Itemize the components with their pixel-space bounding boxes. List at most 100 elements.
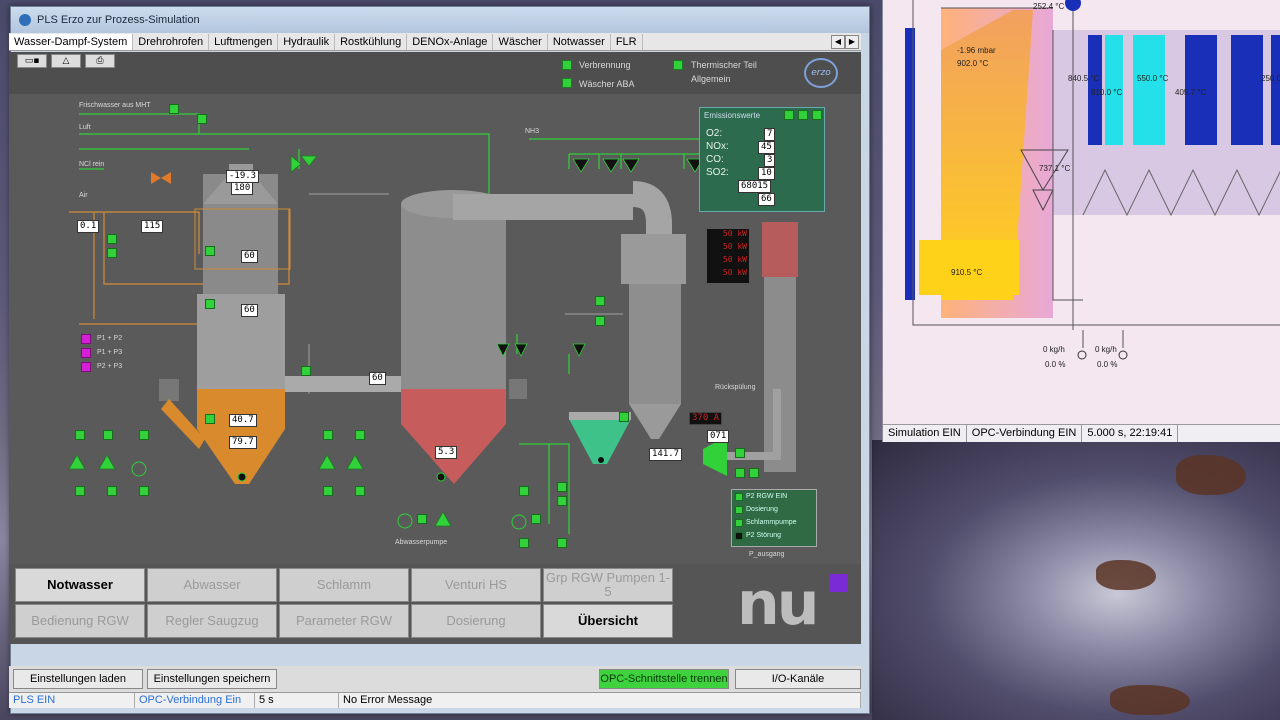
status-sim-time: 5.000 s, 22:19:41	[1082, 425, 1179, 442]
fan-power-3: 50 kW	[722, 255, 747, 264]
emission-label-co: CO:	[706, 154, 724, 165]
grp-rgw-pumpen-button[interactable]: Grp RGW Pumpen 1-5	[543, 568, 673, 602]
legend-indicator	[735, 532, 743, 540]
parameter-rgw-button[interactable]: Parameter RGW	[279, 604, 409, 638]
status-square[interactable]	[107, 234, 117, 244]
desktop-wallpaper-rock	[1096, 560, 1156, 590]
tab-hydraulik[interactable]: Hydraulik	[278, 33, 336, 50]
status-square[interactable]	[75, 486, 85, 496]
label-temp-8: 910.5 °C	[951, 268, 983, 277]
emission-value-nox: 45	[758, 141, 775, 154]
status-square[interactable]	[557, 482, 567, 492]
emissions-indicator[interactable]	[784, 110, 794, 120]
opc-disconnect-button[interactable]: OPC-Schnittstelle trennen	[599, 669, 729, 689]
status-square[interactable]	[323, 486, 333, 496]
value-level-40: 40.7	[229, 414, 257, 427]
status-square[interactable]	[103, 430, 113, 440]
status-square[interactable]	[557, 538, 567, 548]
status-square[interactable]	[595, 296, 605, 306]
fan-power-2: 50 kW	[722, 242, 747, 251]
status-square[interactable]	[519, 538, 529, 548]
load-settings-button[interactable]: Einstellungen laden	[13, 669, 143, 689]
tab-scroll-left-icon[interactable]: ◀	[831, 34, 845, 49]
status-square[interactable]	[107, 248, 117, 258]
tab-wasser-dampf-system[interactable]: Wasser-Dampf-System	[9, 33, 134, 50]
control-button-panel: Notwasser Abwasser Schlamm Venturi HS Gr…	[9, 564, 861, 644]
status-error: No Error Message	[339, 693, 861, 708]
legend-item-1: P2 RGW EIN	[746, 493, 788, 500]
status-square[interactable]	[619, 412, 629, 422]
status-opc: OPC-Verbindung Ein	[135, 693, 255, 708]
status-square[interactable]	[355, 430, 365, 440]
tab-luftmengen[interactable]: Luftmengen	[209, 33, 279, 50]
emissions-title: Emissionswerte	[704, 111, 761, 120]
status-square[interactable]	[169, 104, 179, 114]
status-square[interactable]	[595, 316, 605, 326]
status-square[interactable]	[749, 468, 759, 478]
tab-scroll: ◀ ▶	[831, 34, 861, 49]
brand-logo-square	[829, 574, 847, 592]
bedienung-rgw-button[interactable]: Bedienung RGW	[15, 604, 145, 638]
status-pls: PLS EIN	[9, 693, 135, 708]
label-temp-7: 737.1 °C	[1039, 164, 1071, 173]
status-square[interactable]	[323, 430, 333, 440]
status-square[interactable]	[735, 468, 745, 478]
status-square[interactable]	[557, 496, 567, 506]
legend-indicator	[735, 519, 743, 527]
status-square[interactable]	[531, 514, 541, 524]
tab-drehrohrofen[interactable]: Drehrohrofen	[133, 33, 210, 50]
abwasser-button[interactable]: Abwasser	[147, 568, 277, 602]
status-square[interactable]	[355, 486, 365, 496]
print-icon-button[interactable]: ⎙	[85, 54, 115, 68]
tab-rostkuehlung[interactable]: Rostkühlung	[335, 33, 408, 50]
status-square[interactable]	[519, 486, 529, 496]
pump-indicator-p1	[81, 334, 91, 344]
regler-saugzug-button[interactable]: Regler Saugzug	[147, 604, 277, 638]
dosierung-button[interactable]: Dosierung	[411, 604, 541, 638]
emissions-indicator[interactable]	[798, 110, 808, 120]
fan-power-1: 50 kW	[722, 229, 747, 238]
pump-indicator-p2	[81, 348, 91, 358]
status-simulation: Simulation EIN	[883, 425, 967, 442]
status-square[interactable]	[197, 114, 207, 124]
value-141: 141.7	[649, 448, 683, 461]
status-square[interactable]	[735, 448, 745, 458]
label-temp-4: 405.7 °C	[1175, 88, 1207, 97]
status-square[interactable]	[417, 514, 427, 524]
status-square[interactable]	[139, 430, 149, 440]
status-indicator-waescher	[562, 78, 572, 88]
status-toolbar: ▭▪ △ ⎙ Verbrennung Wäscher ABA Thermisch…	[9, 52, 861, 94]
value-temp-2: 180	[231, 182, 254, 195]
emission-value-flow: 68015	[738, 180, 772, 193]
emissions-indicator[interactable]	[812, 110, 822, 120]
emission-label-o2: O2:	[706, 128, 723, 139]
tab-notwasser[interactable]: Notwasser	[548, 33, 611, 50]
tab-bar: Wasser-Dampf-System Drehrohrofen Luftmen…	[9, 33, 861, 51]
uebersicht-button[interactable]: Übersicht	[543, 604, 673, 638]
tab-flr[interactable]: FLR	[611, 33, 643, 50]
warning-icon-button[interactable]: △	[51, 54, 81, 68]
title-bar[interactable]: PLS Erzo zur Prozess-Simulation	[11, 7, 869, 33]
io-channels-button[interactable]: I/O-Kanäle	[735, 669, 861, 689]
emission-value-extra: 66	[758, 193, 775, 206]
status-square[interactable]	[301, 366, 311, 376]
pump-indicator-p3	[81, 362, 91, 372]
status-square[interactable]	[107, 486, 117, 496]
tab-denox-anlage[interactable]: DENOx-Anlage	[407, 33, 494, 50]
status-square[interactable]	[205, 246, 215, 256]
status-square[interactable]	[75, 430, 85, 440]
venturi-hs-button[interactable]: Venturi HS	[411, 568, 541, 602]
notwasser-button[interactable]: Notwasser	[15, 568, 145, 602]
window-title: PLS Erzo zur Prozess-Simulation	[37, 14, 200, 26]
tab-scroll-right-icon[interactable]: ▶	[845, 34, 859, 49]
status-square[interactable]	[139, 486, 149, 496]
pump-label-p2: P1 + P3	[97, 349, 123, 356]
label-temp-9: 252.4 °C	[1033, 2, 1065, 11]
save-settings-button[interactable]: Einstellungen speichern	[147, 669, 277, 689]
tab-waescher[interactable]: Wäscher	[493, 33, 548, 50]
pump-label-p1: P1 + P2	[97, 335, 123, 342]
schlamm-button[interactable]: Schlamm	[279, 568, 409, 602]
status-square[interactable]	[205, 414, 215, 424]
screen-icon-button[interactable]: ▭▪	[17, 54, 47, 68]
status-square[interactable]	[205, 299, 215, 309]
